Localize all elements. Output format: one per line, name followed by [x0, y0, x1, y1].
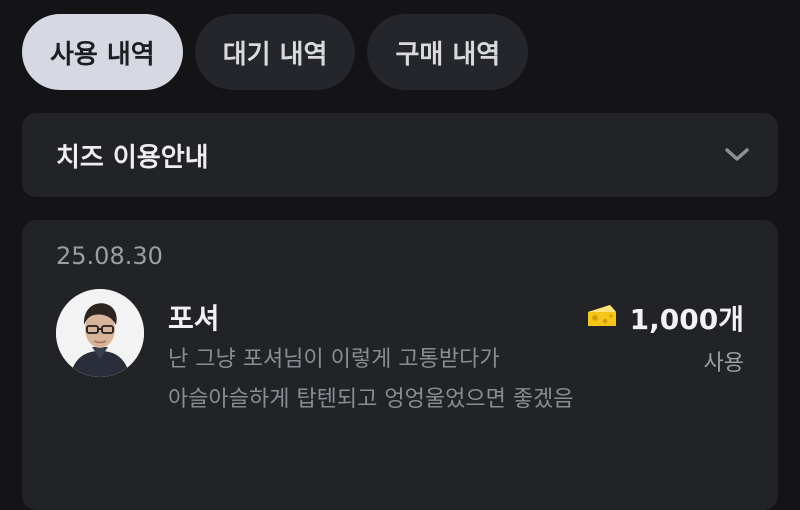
status-label: 사용	[703, 351, 744, 376]
tab-usage-history[interactable]: 사용 내역	[22, 14, 183, 90]
amount-value: 1,000개	[629, 303, 744, 336]
tab-purchase-history[interactable]: 구매 내역	[367, 14, 529, 90]
cheese-amount: 1,000개	[586, 298, 744, 338]
tab-pending-history[interactable]: 대기 내역	[194, 14, 356, 90]
history-date: 25.08.30	[56, 242, 163, 270]
cheese-icon	[586, 302, 618, 334]
cheese-guide-title: 치즈 이용안내	[56, 142, 209, 173]
history-message: 난 그냥 포셔님이 이렇게 고통받다가 아슬아슬하게 탑텐되고 엉엉울었으면 좋…	[168, 347, 574, 412]
user-name: 포셔	[168, 302, 220, 335]
cheese-guide-accordion[interactable]: 치즈 이용안내	[22, 113, 778, 197]
history-tabs: 사용 내역 대기 내역 구매 내역	[22, 14, 529, 90]
avatar[interactable]	[56, 289, 144, 377]
chevron-down-icon[interactable]	[724, 142, 750, 168]
history-card: 25.08.30 포셔 난 그냥 포셔님이 이렇게 고통받다가 아슬아슬하게 탑…	[22, 220, 778, 510]
